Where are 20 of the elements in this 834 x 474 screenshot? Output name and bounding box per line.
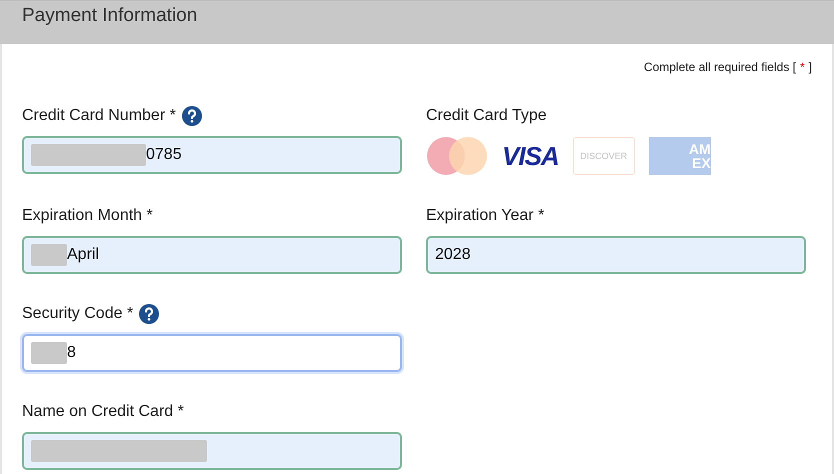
- amex-logo: AM EX: [648, 137, 711, 175]
- field-label: Credit Card Type: [426, 107, 547, 125]
- field-label: Expiration Year *: [426, 207, 544, 225]
- input-field[interactable]: 0785: [22, 136, 402, 174]
- field-label: Name on Credit Card *: [22, 403, 184, 421]
- input-field[interactable]: 8: [22, 334, 402, 372]
- field-label: Credit Card Number *: [22, 107, 176, 125]
- section-title: Payment Information: [22, 4, 198, 26]
- help-icon[interactable]: [182, 106, 202, 126]
- discover-logo: DISCOVER: [572, 137, 635, 175]
- input-field[interactable]: 2028: [426, 236, 806, 274]
- required-note: Complete all required fields [ * ]: [644, 60, 812, 74]
- input-field[interactable]: [22, 432, 402, 470]
- redaction-block: [31, 244, 67, 266]
- redaction-block: [31, 342, 67, 364]
- field-label: Expiration Month *: [22, 207, 153, 225]
- visa-logo: VISA: [502, 140, 559, 172]
- field-label: Security Code *: [22, 305, 134, 323]
- help-icon[interactable]: [139, 304, 160, 324]
- input-field[interactable]: April: [22, 236, 402, 274]
